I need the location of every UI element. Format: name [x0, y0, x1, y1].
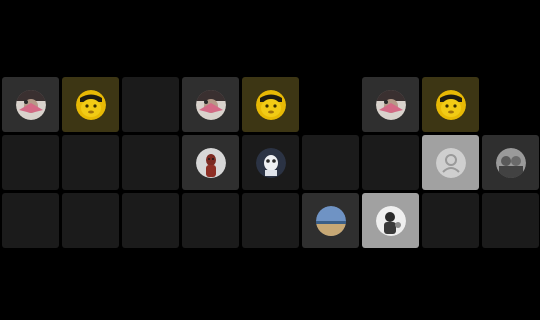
- grid-right-cell-3[interactable]: [362, 135, 419, 190]
- grid-middle-cell-8[interactable]: [302, 193, 359, 248]
- grid-left-cell-1[interactable]: [62, 77, 119, 132]
- photo-grid-screen: { "grids": [ { "name": "grid-left", "cel…: [0, 0, 540, 320]
- avatar-pink-image: [375, 89, 406, 120]
- avatar-pink-image: [15, 89, 46, 120]
- grid-left-cell-2[interactable]: [122, 77, 179, 132]
- grid-right-cell-1[interactable]: [422, 77, 479, 132]
- avatar-landscape-image: [315, 205, 346, 236]
- grid-right-cell-0[interactable]: [362, 77, 419, 132]
- grid-right-cell-6[interactable]: [362, 193, 419, 248]
- grid-middle-cell-5[interactable]: [302, 135, 359, 190]
- avatar-group-image: [495, 147, 526, 178]
- grid-right-cell-4[interactable]: [422, 135, 479, 190]
- grid-middle-cell-3[interactable]: [182, 135, 239, 190]
- avatar-pink-image: [195, 89, 226, 120]
- grid-middle-cell-6[interactable]: [182, 193, 239, 248]
- grid-middle-cell-1[interactable]: [242, 77, 299, 132]
- grid-right-cell-7[interactable]: [422, 193, 479, 248]
- grid-middle-cell-2: [302, 77, 359, 132]
- grid-left-cell-7[interactable]: [62, 193, 119, 248]
- avatar-white-image: [255, 147, 286, 178]
- grid-right-cell-2: [482, 77, 539, 132]
- avatar-yellow-image: [255, 89, 286, 120]
- grid-middle-cell-0[interactable]: [182, 77, 239, 132]
- grid-left-cell-4[interactable]: [62, 135, 119, 190]
- grid-right-cell-5[interactable]: [482, 135, 539, 190]
- avatar-yellow-image: [75, 89, 106, 120]
- grid-right: [362, 77, 540, 248]
- default-user-icon: [435, 147, 466, 178]
- grid-middle-cell-4[interactable]: [242, 135, 299, 190]
- avatar-red-image: [195, 147, 226, 178]
- grid-left-cell-3[interactable]: [2, 135, 59, 190]
- grid-left-cell-0[interactable]: [2, 77, 59, 132]
- grid-left-cell-8[interactable]: [122, 193, 179, 248]
- grid-left-cell-5[interactable]: [122, 135, 179, 190]
- grid-right-cell-8[interactable]: [482, 193, 539, 248]
- grid-left: [2, 77, 180, 248]
- avatar-yellow-image: [435, 89, 466, 120]
- grid-middle: [182, 77, 360, 248]
- grid-left-cell-6[interactable]: [2, 193, 59, 248]
- grid-middle-cell-7[interactable]: [242, 193, 299, 248]
- avatar-bw-image: [375, 205, 406, 236]
